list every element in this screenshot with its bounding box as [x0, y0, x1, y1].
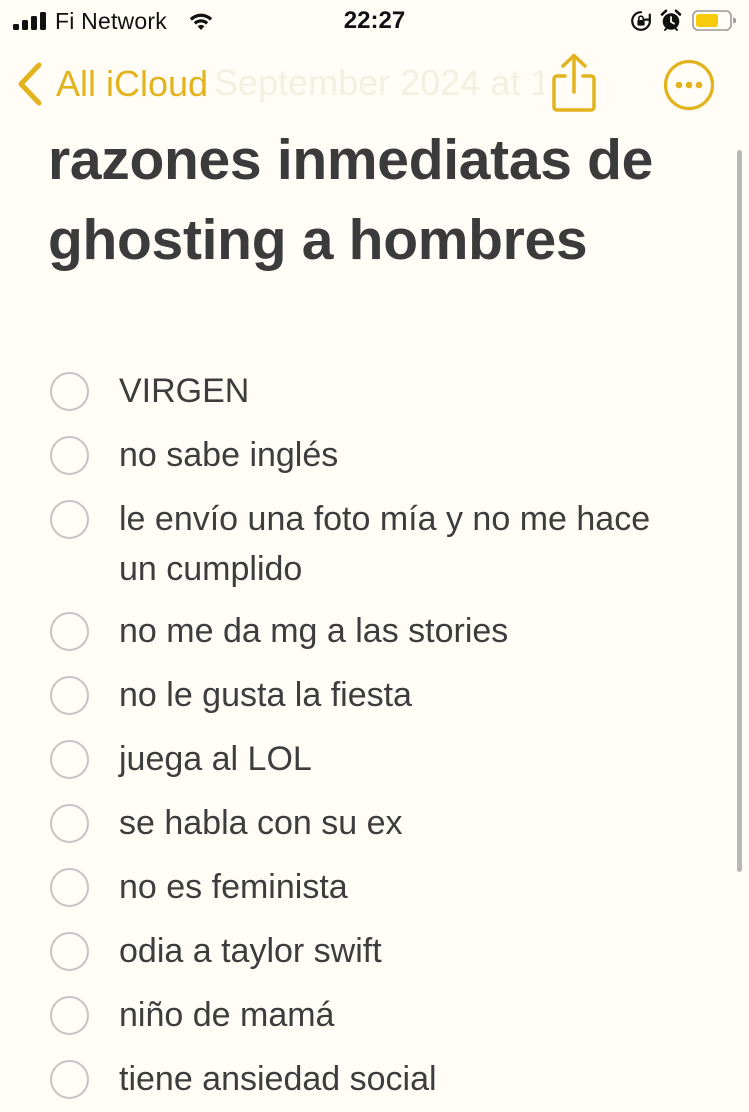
- scroll-indicator[interactable]: [737, 150, 742, 872]
- checklist-item-text[interactable]: se habla con su ex: [119, 798, 679, 848]
- checkbox-circle[interactable]: [50, 436, 89, 475]
- checkbox-circle[interactable]: [50, 612, 89, 651]
- checkbox-circle[interactable]: [50, 1060, 89, 1099]
- checkbox-circle[interactable]: [50, 740, 89, 779]
- checklist-item-text[interactable]: niño de mamá: [119, 990, 679, 1040]
- checklist-item-text[interactable]: no sabe inglés: [119, 430, 679, 480]
- checkbox-circle[interactable]: [50, 372, 89, 411]
- checklist-item-text[interactable]: no le gusta la fiesta: [119, 670, 679, 720]
- navigation-bar: September 2024 at 17 All iCloud: [0, 46, 749, 126]
- share-icon[interactable]: [548, 52, 600, 114]
- checklist-item-text[interactable]: juega al LOL: [119, 734, 679, 784]
- rotation-lock-icon: [631, 11, 651, 31]
- back-button-label: All iCloud: [56, 63, 209, 104]
- checkbox-circle[interactable]: [50, 996, 89, 1035]
- alarm-icon: [660, 9, 682, 31]
- back-button[interactable]: All iCloud: [12, 56, 208, 112]
- checkbox-circle[interactable]: [50, 804, 89, 843]
- checkbox-circle[interactable]: [50, 676, 89, 715]
- more-icon[interactable]: [663, 59, 715, 111]
- checklist-item-text[interactable]: VIRGEN: [119, 366, 679, 416]
- note-date-faded: September 2024 at 17: [214, 62, 544, 103]
- chevron-left-icon: [18, 62, 42, 106]
- checkbox-circle[interactable]: [50, 500, 89, 539]
- checklist-item-text[interactable]: no me da mg a las stories: [119, 606, 679, 656]
- checklist-item-text[interactable]: le envío una foto mía y no me hace un cu…: [119, 494, 679, 594]
- checkbox-circle[interactable]: [50, 932, 89, 971]
- checklist-item-text[interactable]: no es feminista: [119, 862, 679, 912]
- checklist-item-text[interactable]: odia a taylor swift: [119, 926, 679, 976]
- note-title[interactable]: razones inmediatas de ghosting a hombres: [48, 120, 708, 280]
- checklist-item-text[interactable]: tiene ansiedad social: [119, 1054, 679, 1104]
- battery-icon: [692, 10, 736, 31]
- status-bar: Fi Network 22:27: [0, 0, 749, 46]
- checkbox-circle[interactable]: [50, 868, 89, 907]
